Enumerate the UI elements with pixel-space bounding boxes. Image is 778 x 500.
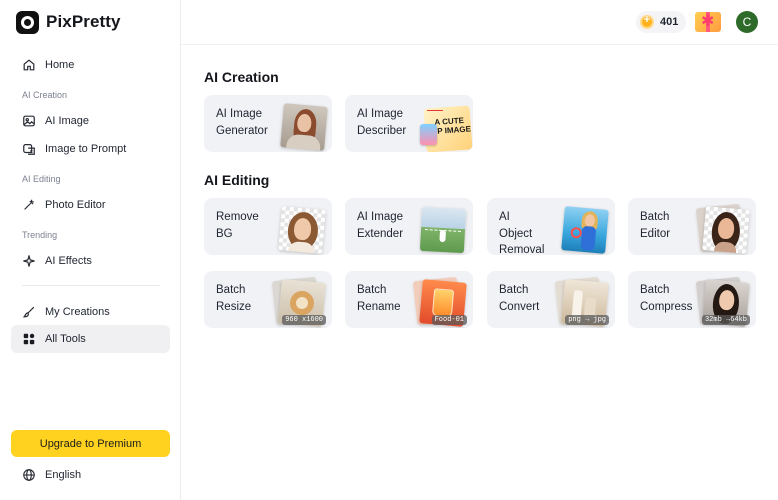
tool-thumbnail: A CUTE IP IMAGE <box>417 95 473 152</box>
brush-icon <box>22 305 36 319</box>
tool-thumbnail <box>559 198 615 255</box>
tool-card-ai-image-describer[interactable]: AI Image Describer A CUTE IP IMAGE <box>345 95 473 152</box>
sidebar-item-label: All Tools <box>45 333 86 345</box>
image-icon <box>22 114 36 128</box>
main-content: AI Creation AI Image Generator AI Image … <box>181 45 778 500</box>
sidebar-item-image-to-prompt[interactable]: Image to Prompt <box>11 135 170 163</box>
grid-icon <box>22 332 36 346</box>
tool-card-batch-compress[interactable]: Batch Compress 32mb →64kb <box>628 271 756 328</box>
tool-thumbnail <box>417 198 473 255</box>
sidebar-item-label: Photo Editor <box>45 199 106 211</box>
section-title-ai-creation: AI Creation <box>204 69 279 85</box>
sidebar-item-ai-image[interactable]: AI Image <box>11 107 170 135</box>
tool-card-label: Batch Resize <box>216 284 252 313</box>
coin-icon <box>640 14 654 29</box>
tool-card-ai-object-removal[interactable]: AI Object Removal <box>487 198 615 255</box>
tool-thumbnail <box>276 95 332 152</box>
tool-card-batch-convert[interactable]: Batch Convert png → jpg <box>487 271 615 328</box>
tool-card-label: Remove BG <box>216 211 259 240</box>
format-tag: png → jpg <box>565 315 609 325</box>
portrait-photo <box>280 103 328 151</box>
arrow-icon <box>427 110 443 111</box>
magic-brush-icon <box>22 198 36 212</box>
tool-card-batch-resize[interactable]: Batch Resize 960 x1600 <box>204 271 332 328</box>
sidebar-item-label: My Creations <box>45 306 110 318</box>
cutout-portrait <box>278 206 326 254</box>
globe-icon <box>23 469 35 481</box>
tool-card-remove-bg[interactable]: Remove BG <box>204 198 332 255</box>
section-label-ai-editing: AI Editing <box>22 174 61 184</box>
app-name: PixPretty <box>46 12 121 31</box>
source-image-icon <box>420 124 437 145</box>
sidebar-item-photo-editor[interactable]: Photo Editor <box>11 191 170 219</box>
sparkle-icon <box>22 254 36 268</box>
logo-icon <box>16 10 39 34</box>
beach-photo <box>561 206 609 254</box>
tool-thumbnail: Food-01 <box>412 271 473 328</box>
tool-thumbnail: 32mb →64kb <box>695 271 756 328</box>
filename-tag: Food-01 <box>431 315 467 325</box>
tool-thumbnail: 960 x1600 <box>271 271 332 328</box>
describer-caption: A CUTE IP IMAGE <box>434 115 472 136</box>
section-label-ai-creation: AI Creation <box>22 90 68 100</box>
sidebar-item-ai-effects[interactable]: AI Effects <box>11 247 170 275</box>
portrait-photo <box>702 206 750 254</box>
gift-icon[interactable] <box>695 12 721 32</box>
size-tag: 960 x1600 <box>282 315 326 325</box>
image-prompt-icon <box>22 142 36 156</box>
top-bar: 401 C <box>181 0 778 45</box>
landscape-photo <box>419 206 467 254</box>
tool-card-label: Batch Convert <box>499 284 540 313</box>
tool-card-label: AI Image Generator <box>216 108 268 137</box>
sidebar-item-label: Home <box>45 59 75 71</box>
app-logo[interactable]: PixPretty <box>16 10 121 34</box>
sidebar-item-home[interactable]: Home <box>11 51 170 79</box>
sidebar: PixPretty Home AI Creation AI Image Imag… <box>0 0 181 500</box>
home-icon <box>22 58 36 72</box>
tool-card-label: Batch Compress <box>640 284 693 313</box>
tool-thumbnail: png → jpg <box>554 271 615 328</box>
tool-thumbnail <box>276 198 332 255</box>
filesize-tag: 32mb →64kb <box>701 315 750 325</box>
tool-thumbnail <box>695 198 756 255</box>
sidebar-item-all-tools[interactable]: All Tools <box>11 325 170 353</box>
tool-card-label: AI Object Removal <box>499 211 545 255</box>
language-selector[interactable]: English <box>22 466 81 484</box>
app-root: PixPretty Home AI Creation AI Image Imag… <box>0 0 778 500</box>
sidebar-item-label: AI Image <box>45 115 90 127</box>
credits-badge[interactable]: 401 <box>636 11 686 33</box>
tool-card-label: AI Image Extender <box>357 211 404 240</box>
tool-card-batch-editor[interactable]: Batch Editor <box>628 198 756 255</box>
credits-count: 401 <box>660 16 679 28</box>
sidebar-item-my-creations[interactable]: My Creations <box>11 298 170 326</box>
tool-card-batch-rename[interactable]: Batch Rename Food-01 <box>345 271 473 328</box>
avatar[interactable]: C <box>736 11 758 33</box>
tool-card-label: AI Image Describer <box>357 108 407 137</box>
sidebar-item-label: Image to Prompt <box>45 143 127 155</box>
section-label-trending: Trending <box>22 230 58 240</box>
tool-card-label: Batch Editor <box>640 211 671 240</box>
sidebar-divider <box>22 285 160 286</box>
tool-card-label: Batch Rename <box>357 284 401 313</box>
tool-card-ai-image-generator[interactable]: AI Image Generator <box>204 95 332 152</box>
language-label: English <box>45 469 82 481</box>
tool-card-ai-image-extender[interactable]: AI Image Extender <box>345 198 473 255</box>
sidebar-item-label: AI Effects <box>45 255 92 267</box>
upgrade-button[interactable]: Upgrade to Premium <box>11 430 170 457</box>
section-title-ai-editing: AI Editing <box>204 172 270 188</box>
